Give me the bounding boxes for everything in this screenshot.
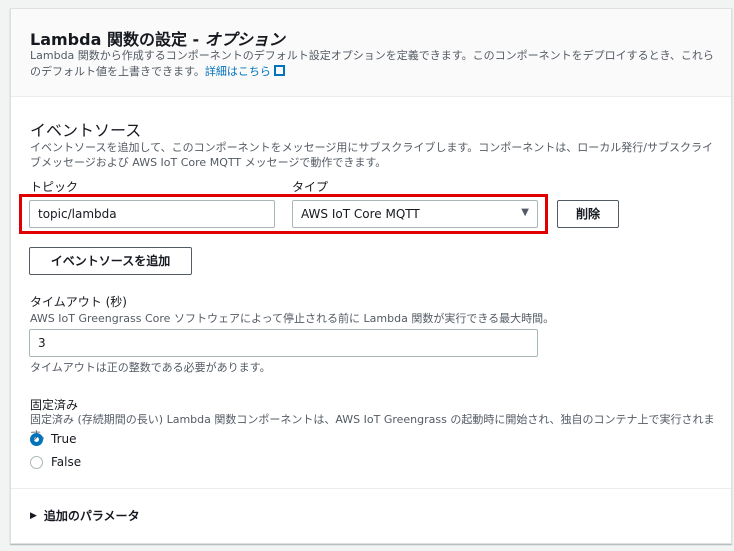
topic-input[interactable]: topic/lambda [29,200,275,228]
event-source-description: イベントソースを追加して、このコンポーネントをメッセージ用にサブスクライブします… [30,141,713,169]
title-main: Lambda 関数の設定 - [30,30,205,49]
event-source-heading: イベントソース [30,121,142,140]
add-event-source-button[interactable]: イベントソースを追加 [29,247,192,275]
header-description: Lambda 関数から作成するコンポーネントのデフォルト設定オプションを定義でき… [30,48,720,80]
timeout-description: AWS IoT Greengrass Core ソフトウェアによって停止される前… [30,312,555,325]
radio-unselected-icon [30,455,43,469]
header-description-text: Lambda 関数から作成するコンポーネントのデフォルト設定オプションを定義でき… [30,49,714,78]
radio-selected-icon [30,432,43,446]
additional-parameters-label: 追加のパラメータ [43,509,140,523]
learn-more-link[interactable]: 詳細はこちら [205,65,286,78]
topic-label: トピック [30,180,79,194]
lambda-config-panel: Lambda 関数の設定 - オプション Lambda 関数から作成するコンポー… [10,8,732,544]
timeout-label: タイムアウト (秒) [30,295,127,309]
panel-header: Lambda 関数の設定 - オプション Lambda 関数から作成するコンポー… [11,9,731,97]
additional-parameters-toggle[interactable]: ▶ 追加のパラメータ [30,507,140,524]
radio-false-label: False [51,455,82,469]
divider [11,488,731,489]
caret-right-icon: ▶ [30,510,37,521]
timeout-hint: タイムアウトは正の整数である必要があります。 [30,361,271,374]
external-link-icon [274,65,286,76]
radio-true-label: True [51,432,77,446]
type-select-value: AWS IoT Core MQTT [301,207,420,221]
radio-false[interactable]: False [30,455,81,469]
page-title: Lambda 関数の設定 - オプション [30,26,285,50]
caret-down-icon: ▼ [521,207,529,218]
type-select[interactable]: AWS IoT Core MQTT ▼ [292,200,538,228]
pinned-label: 固定済み [30,398,79,412]
radio-true[interactable]: True [30,432,77,446]
timeout-input[interactable]: 3 [29,329,538,357]
delete-button[interactable]: 削除 [557,200,619,228]
pinned-description: 固定済み (存続期間の長い) Lambda 関数コンポーネントは、AWS IoT… [30,413,715,442]
title-italic: オプション [204,30,285,49]
type-label: タイプ [292,180,329,194]
